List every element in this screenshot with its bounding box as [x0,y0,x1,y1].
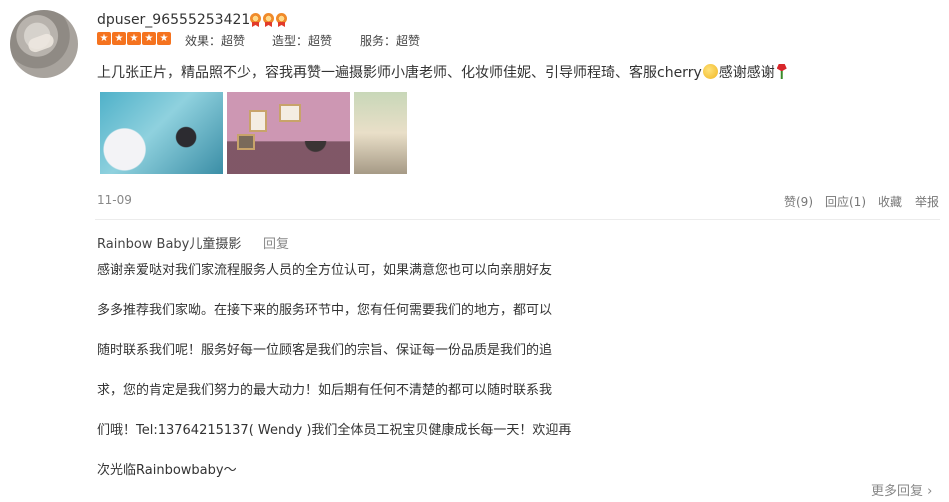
review-date: 11-09 [97,193,132,207]
score-styling: 造型：超赞 [272,34,333,48]
merchant-reply-line: 们哦！Tel:13764215137( Wendy )我们全体员工祝宝贝健康成长… [97,423,572,438]
merchant-reply-line: 求，您的肯定是我们努力的最大动力！如后期有任何不清楚的都可以随时联系我 [97,383,553,398]
star-icon: ★ [157,32,171,45]
medal-icon [250,13,261,27]
star-rating: ★ ★ ★ ★ ★ [97,32,171,45]
merchant-reply-line: 多多推荐我们家呦。在接下来的服务环节中，您有任何需要我们的地方，都可以 [97,303,553,318]
user-medals [250,13,287,27]
reply-count-button[interactable]: 回应(1) [825,193,866,210]
reply-button[interactable]: 回复 [263,233,289,252]
divider [95,219,940,220]
merchant-reply-line: 感谢亲爱哒对我们家流程服务人员的全方位认可，如果满意您也可以向亲朋好友 [97,263,553,278]
review-photo-1[interactable] [100,92,223,174]
photo-frame [279,104,301,122]
star-icon: ★ [112,32,126,45]
review-text-main: 上几张正片，精品照不少，容我再赞一遍摄影师小唐老师、化妆师佳妮、引导师程琦、客服… [97,65,702,81]
score-effect: 效果：超赞 [185,34,246,48]
score-service: 服务：超赞 [360,34,421,48]
rose-emoji [776,64,787,79]
review-text-tail: 感谢感谢 [718,65,775,81]
photo-tv [237,134,255,150]
photo-frame [249,110,267,132]
medal-icon [263,13,274,27]
more-replies-link[interactable]: 更多回复 › [871,480,932,499]
avatar[interactable] [10,10,78,78]
review-photo-3[interactable] [354,92,407,174]
merchant-reply-line: 随时联系我们呢！服务好每一位顾客是我们的宗旨、保证每一份品质是我们的追 [97,343,553,358]
review-photo-2[interactable] [227,92,350,174]
favorite-button[interactable]: 收藏 [878,193,902,210]
merchant-name[interactable]: Rainbow Baby儿童摄影 [97,233,241,252]
merchant-reply-line: 次光临Rainbowbaby～ [97,463,237,478]
review-text: 上几张正片，精品照不少，容我再赞一遍摄影师小唐老师、化妆师佳妮、引导师程琦、客服… [97,62,787,82]
like-button[interactable]: 赞(9) [784,193,813,210]
medal-icon [276,13,287,27]
report-button[interactable]: 举报 [915,193,939,210]
star-icon: ★ [127,32,141,45]
star-icon: ★ [97,32,111,45]
avatar-highlight [26,31,56,55]
username[interactable]: dpuser_96555253421 [97,12,250,28]
thinking-face-emoji [702,64,718,79]
star-icon: ★ [142,32,156,45]
